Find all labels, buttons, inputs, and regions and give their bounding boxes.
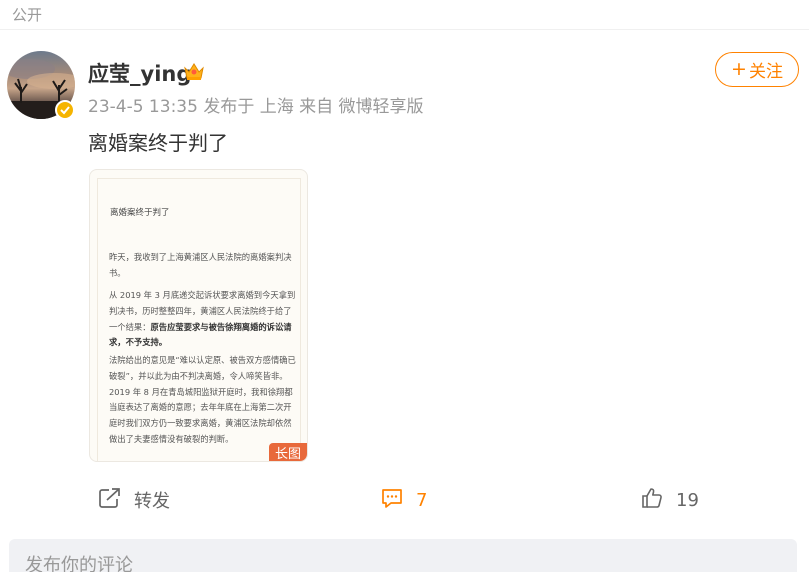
crown-icon (182, 60, 206, 82)
divider (0, 29, 809, 30)
follow-label: 关注 (748, 62, 783, 82)
comment-input[interactable]: 发布你的评论 (9, 539, 797, 572)
share-icon (98, 487, 122, 514)
follow-button[interactable]: + 关注 (715, 52, 799, 87)
like-button[interactable]: 19 (640, 487, 699, 513)
visibility-label: 公开 (12, 6, 43, 24)
thumbs-up-icon (640, 486, 664, 515)
repost-label: 转发 (134, 491, 170, 512)
doc-paragraph: 从 2019 年 3 月底递交起诉状要求离婚到今天拿到判决书，历时整整四年，黄浦… (109, 288, 297, 351)
long-image-thumbnail[interactable]: 离婚案终于判了 昨天，我收到了上海黄浦区人民法院的离婚案判决书。 从 2019 … (89, 169, 308, 462)
verified-check-icon (55, 100, 75, 120)
comment-button[interactable]: 7 (380, 487, 427, 513)
comment-icon (380, 487, 404, 514)
post-meta: 23-4-5 13:35 发布于 上海 来自 微博轻享版 (88, 97, 424, 117)
like-count: 19 (676, 489, 699, 511)
repost-button[interactable]: 转发 (98, 487, 170, 513)
plus-icon: + (731, 58, 747, 80)
doc-paragraph: 昨天，我收到了上海黄浦区人民法院的离婚案判决书。 (109, 252, 292, 278)
author-name[interactable]: 应莹_ying (88, 58, 191, 88)
doc-title: 离婚案终于判了 (110, 208, 170, 218)
comment-count: 7 (416, 489, 428, 511)
post-text: 离婚案终于判了 (88, 131, 228, 155)
long-image-badge: 长图 (269, 443, 307, 461)
doc-paragraph: 法院给出的意见是“难以认定原、被告双方感情确已破裂”，并以此为由不判决离婚，令人… (109, 355, 296, 444)
